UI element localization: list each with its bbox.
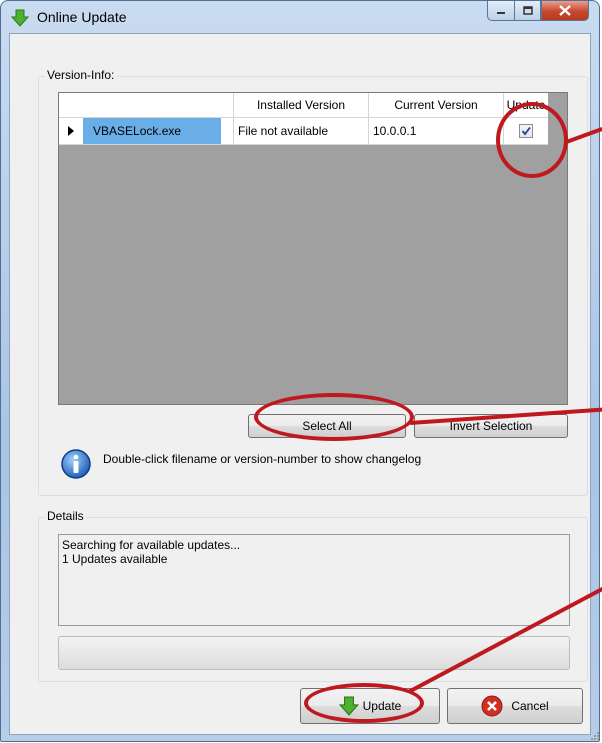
red-x-icon	[481, 695, 503, 717]
annotation-circle-update	[304, 683, 424, 723]
annotation-circle-checkbox	[496, 102, 568, 178]
row-header[interactable]: VBASELock.exe	[59, 117, 234, 145]
versions-grid[interactable]: Installed Version Current Version Update…	[58, 92, 568, 405]
current-version-cell[interactable]: 10.0.0.1	[368, 117, 504, 145]
minimize-icon	[497, 11, 505, 14]
details-log[interactable]: Searching for available updates... 1 Upd…	[58, 534, 570, 626]
info-icon	[61, 449, 91, 479]
log-line: 1 Updates available	[62, 552, 168, 566]
filename-cell[interactable]: VBASELock.exe	[83, 118, 221, 144]
green-down-arrow-icon	[11, 9, 29, 27]
table-row[interactable]: VBASELock.exe File not available 10.0.0.…	[59, 117, 548, 145]
minimize-button[interactable]	[487, 1, 514, 21]
resize-grip-icon[interactable]	[590, 731, 600, 741]
current-row-arrow-icon	[68, 126, 74, 136]
close-button[interactable]	[541, 1, 589, 21]
annotation-circle-select-all	[254, 393, 414, 441]
close-icon	[559, 5, 571, 16]
version-info-label: Version-Info:	[45, 68, 117, 82]
cancel-button[interactable]: Cancel	[447, 688, 583, 724]
maximize-icon	[522, 5, 533, 15]
progress-bar	[58, 636, 570, 670]
installed-version-cell[interactable]: File not available	[233, 117, 369, 145]
changelog-hint: Double-click filename or version-number …	[103, 452, 422, 466]
corner-header	[59, 93, 234, 118]
log-line: Searching for available updates...	[62, 538, 241, 552]
window-title: Online Update	[37, 9, 127, 25]
maximize-button[interactable]	[514, 1, 541, 21]
title-bar[interactable]: Online Update	[1, 1, 599, 33]
column-header-current[interactable]: Current Version	[368, 93, 504, 118]
details-label: Details	[45, 509, 86, 523]
versions-table: Installed Version Current Version Update…	[59, 93, 548, 145]
column-header-installed[interactable]: Installed Version	[233, 93, 369, 118]
